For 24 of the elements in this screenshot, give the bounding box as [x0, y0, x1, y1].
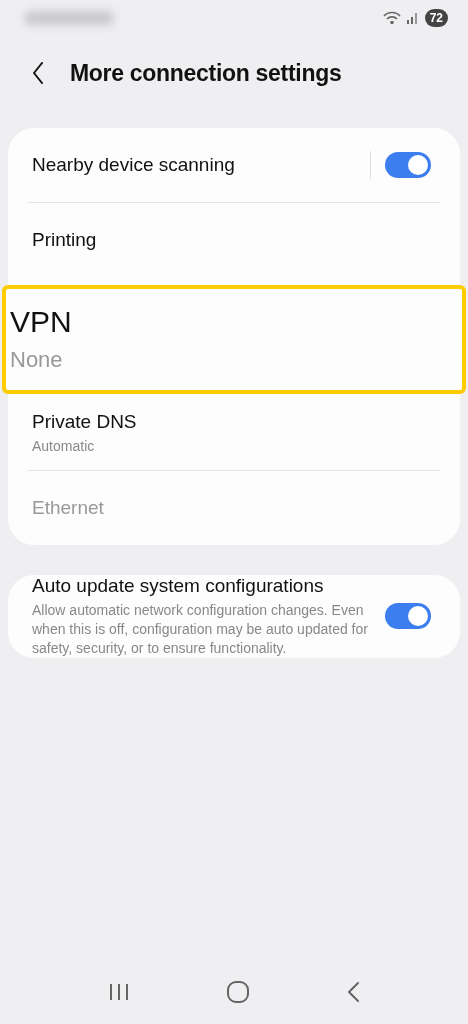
setting-title: Private DNS	[32, 410, 138, 433]
home-icon[interactable]	[226, 980, 250, 1004]
signal-icon	[406, 12, 419, 24]
page-title: More connection settings	[70, 59, 342, 87]
back-icon	[32, 62, 44, 84]
setting-title: Ethernet	[32, 497, 105, 519]
setting-title: Printing	[32, 229, 98, 251]
toggle-switch[interactable]	[385, 603, 431, 630]
highlighted-setting-row[interactable]: VPN None	[2, 285, 466, 394]
setting-row[interactable]: Nearby device scanning	[32, 128, 436, 202]
setting-row[interactable]: Auto update system configurations Allow automatic network configuration changes. Even when this is off, configuration may be auto updated for safety, security, or to ensure functionality.	[32, 575, 436, 658]
setting-row[interactable]: Private DNS Automatic	[32, 396, 436, 470]
toggle-switch[interactable]	[385, 152, 431, 178]
setting-summary: Allow automatic network configuration changes. Even when this is off, configuration may be auto updated for safety, security, or to ensure functionality.	[32, 601, 369, 658]
recent-apps-icon[interactable]	[108, 982, 130, 1002]
setting-summary: Automatic	[32, 436, 96, 456]
back-icon[interactable]	[346, 981, 360, 1003]
setting-title: Nearby device scanning	[32, 154, 236, 176]
setting-title: Auto update system configurations	[32, 575, 325, 597]
setting-summary: None	[10, 345, 64, 374]
setting-row[interactable]: Printing	[32, 203, 436, 277]
wifi-icon	[382, 11, 401, 25]
setting-title: VPN	[10, 304, 73, 339]
battery-level: 72	[424, 9, 448, 27]
